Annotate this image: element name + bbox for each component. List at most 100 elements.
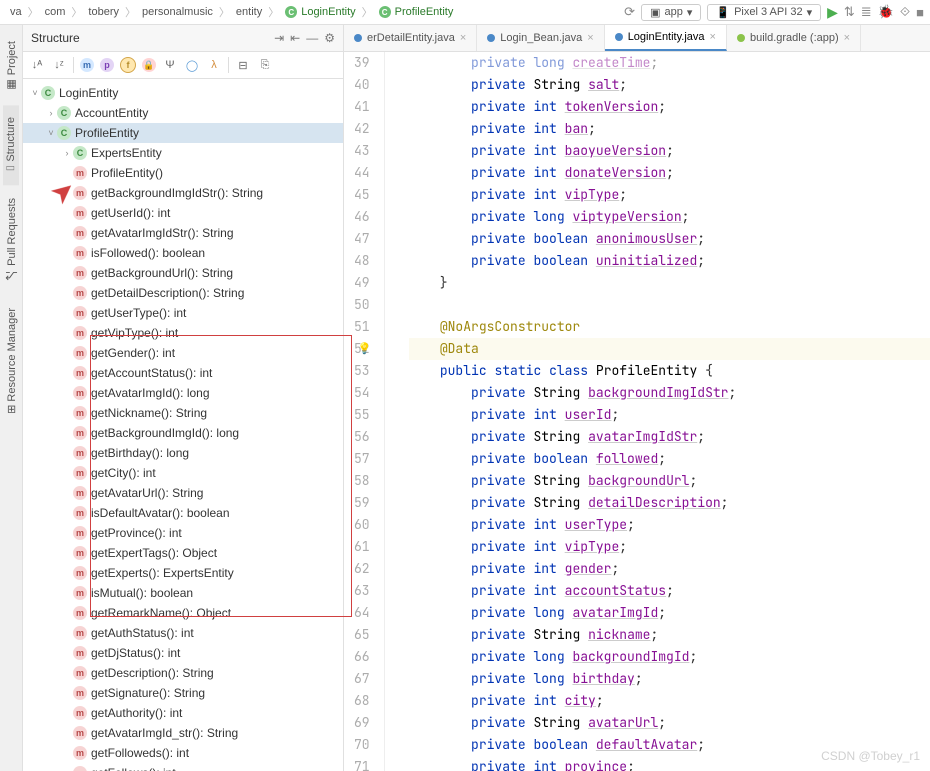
sort-vis-icon[interactable]: ↓ᶻ — [51, 57, 67, 73]
profile-icon[interactable]: ≣ — [861, 4, 872, 20]
method-icon: m — [73, 466, 87, 480]
editor-tab[interactable]: build.gradle (:app)× — [727, 25, 861, 51]
close-icon[interactable]: × — [460, 32, 466, 44]
tree-node[interactable]: mgetBirthday(): long — [23, 443, 343, 463]
crumb[interactable]: personalmusic — [138, 6, 217, 18]
tree-node[interactable]: misMutual(): boolean — [23, 583, 343, 603]
code[interactable]: private long createTime; private String … — [385, 52, 930, 771]
attach-icon[interactable]: ⟐ — [900, 4, 910, 20]
tree-node[interactable]: mgetAuthority(): int — [23, 703, 343, 723]
method-icon: m — [73, 486, 87, 500]
method-icon: m — [73, 586, 87, 600]
tree-node[interactable]: mgetAuthStatus(): int — [23, 623, 343, 643]
crumb[interactable]: tobery — [84, 6, 123, 18]
method-icon: m — [73, 526, 87, 540]
crumb[interactable]: com — [41, 6, 70, 18]
method-icon: m — [73, 186, 87, 200]
sync-icon[interactable]: ⟳ — [624, 4, 635, 20]
run-button[interactable]: ▶ — [827, 4, 838, 21]
stop-icon[interactable]: ■ — [916, 5, 924, 20]
tree-node[interactable]: mgetVipType(): int — [23, 323, 343, 343]
method-icon: m — [73, 746, 87, 760]
method-icon: m — [73, 326, 87, 340]
close-icon[interactable]: × — [587, 32, 593, 44]
tree-node[interactable]: mgetExpertTags(): Object — [23, 543, 343, 563]
tree-root[interactable]: ˅ C LoginEntity — [23, 83, 343, 103]
method-icon: m — [73, 226, 87, 240]
sidebar-tab-pull-requests[interactable]: ⎇ Pull Requests — [3, 186, 20, 296]
method-icon: m — [73, 506, 87, 520]
tree-node[interactable]: ˅CProfileEntity — [23, 123, 343, 143]
tree-node[interactable]: mgetSignature(): String — [23, 683, 343, 703]
crumb[interactable]: CLoginEntity — [281, 6, 359, 18]
watermark: CSDN @Tobey_r1 — [821, 749, 920, 763]
crumb[interactable]: CProfileEntity — [375, 6, 458, 18]
crumb[interactable]: entity — [232, 6, 266, 18]
expand-icon[interactable]: ⇤ — [290, 31, 300, 45]
method-icon: m — [73, 306, 87, 320]
tree-node[interactable]: mgetFollows(): int — [23, 763, 343, 771]
anon-icon[interactable]: ◯ — [184, 57, 200, 73]
debug-icon[interactable]: ⇅ — [844, 4, 855, 20]
show-lambdas-icon[interactable]: 🔒 — [142, 58, 156, 72]
filter-icon[interactable]: Ψ — [162, 57, 178, 73]
tree-node[interactable]: mProfileEntity() — [23, 163, 343, 183]
editor-tab[interactable]: Login_Bean.java× — [477, 25, 604, 51]
tree-node[interactable]: mgetRemarkName(): Object — [23, 603, 343, 623]
tree-node[interactable]: mgetNickname(): String — [23, 403, 343, 423]
method-icon: m — [73, 406, 87, 420]
tree-node[interactable]: mgetCity(): int — [23, 463, 343, 483]
code-area[interactable]: 3940414243444546474849505152💡53545556575… — [344, 52, 930, 771]
crumb[interactable]: va — [6, 6, 26, 18]
tree-node[interactable]: mgetDescription(): String — [23, 663, 343, 683]
tree-node[interactable]: mgetUserType(): int — [23, 303, 343, 323]
class-icon: C — [57, 126, 71, 140]
tree-node[interactable]: mgetDjStatus(): int — [23, 643, 343, 663]
editor-tabs: erDetailEntity.java×Login_Bean.java×Logi… — [344, 25, 930, 52]
autoscroll-icon[interactable]: ⎘ — [257, 57, 273, 73]
tree-node[interactable]: misDefaultAvatar(): boolean — [23, 503, 343, 523]
sort-alpha-icon[interactable]: ↓ᴬ — [29, 57, 45, 73]
class-icon: C — [41, 86, 55, 100]
sidebar-tab-resource-manager[interactable]: ⊞ Resource Manager — [3, 296, 20, 428]
tree-node[interactable]: ›CExpertsEntity — [23, 143, 343, 163]
hide-icon[interactable]: — — [306, 31, 318, 45]
tree-node[interactable]: mgetUserId(): int — [23, 203, 343, 223]
tree-node[interactable]: ›CAccountEntity — [23, 103, 343, 123]
tree-node[interactable]: mgetDetailDescription(): String — [23, 283, 343, 303]
structure-tree[interactable]: ˅ C LoginEntity ›CAccountEntity˅CProfile… — [23, 79, 343, 771]
tree-node[interactable]: mgetExperts(): ExpertsEntity — [23, 563, 343, 583]
expand-all-icon[interactable]: ⊟ — [235, 57, 251, 73]
tree-node[interactable]: mgetAvatarImgId_str(): String — [23, 723, 343, 743]
tree-node[interactable]: misFollowed(): boolean — [23, 243, 343, 263]
tree-node[interactable]: mgetAvatarImgId(): long — [23, 383, 343, 403]
tree-node[interactable]: mgetBackgroundImgIdStr(): String — [23, 183, 343, 203]
tree-node[interactable]: mgetBackgroundUrl(): String — [23, 263, 343, 283]
class-icon: C — [73, 146, 87, 160]
tree-node[interactable]: mgetAvatarImgIdStr(): String — [23, 223, 343, 243]
sidebar-tab-structure[interactable]: ⌷ Structure — [3, 105, 19, 185]
method-icon: m — [73, 606, 87, 620]
tree-node[interactable]: mgetGender(): int — [23, 343, 343, 363]
lambda-icon[interactable]: λ — [206, 57, 222, 73]
show-fields-icon[interactable]: f — [120, 57, 136, 73]
bug-icon[interactable]: 🐞 — [878, 4, 894, 20]
gear-icon[interactable]: ⚙ — [324, 31, 335, 45]
close-icon[interactable]: × — [844, 32, 850, 44]
tree-node[interactable]: mgetProvince(): int — [23, 523, 343, 543]
tree-node[interactable]: mgetAccountStatus(): int — [23, 363, 343, 383]
show-properties-icon[interactable]: p — [100, 58, 114, 72]
editor-tab[interactable]: LoginEntity.java× — [605, 25, 727, 51]
device-selector[interactable]: 📱 Pixel 3 API 32 ▾ — [707, 4, 821, 21]
editor: erDetailEntity.java×Login_Bean.java×Logi… — [344, 25, 930, 771]
collapse-icon[interactable]: ⇥ — [274, 31, 284, 45]
close-icon[interactable]: × — [710, 31, 716, 43]
editor-tab[interactable]: erDetailEntity.java× — [344, 25, 477, 51]
tree-node[interactable]: mgetBackgroundImgId(): long — [23, 423, 343, 443]
tree-node[interactable]: mgetFolloweds(): int — [23, 743, 343, 763]
tree-node[interactable]: mgetAvatarUrl(): String — [23, 483, 343, 503]
run-config-selector[interactable]: ▣ app ▾ — [641, 4, 701, 21]
sidebar-tab-project[interactable]: ▦ Project — [3, 29, 20, 105]
gutter: 3940414243444546474849505152💡53545556575… — [344, 52, 385, 771]
show-methods-icon[interactable]: m — [80, 58, 94, 72]
